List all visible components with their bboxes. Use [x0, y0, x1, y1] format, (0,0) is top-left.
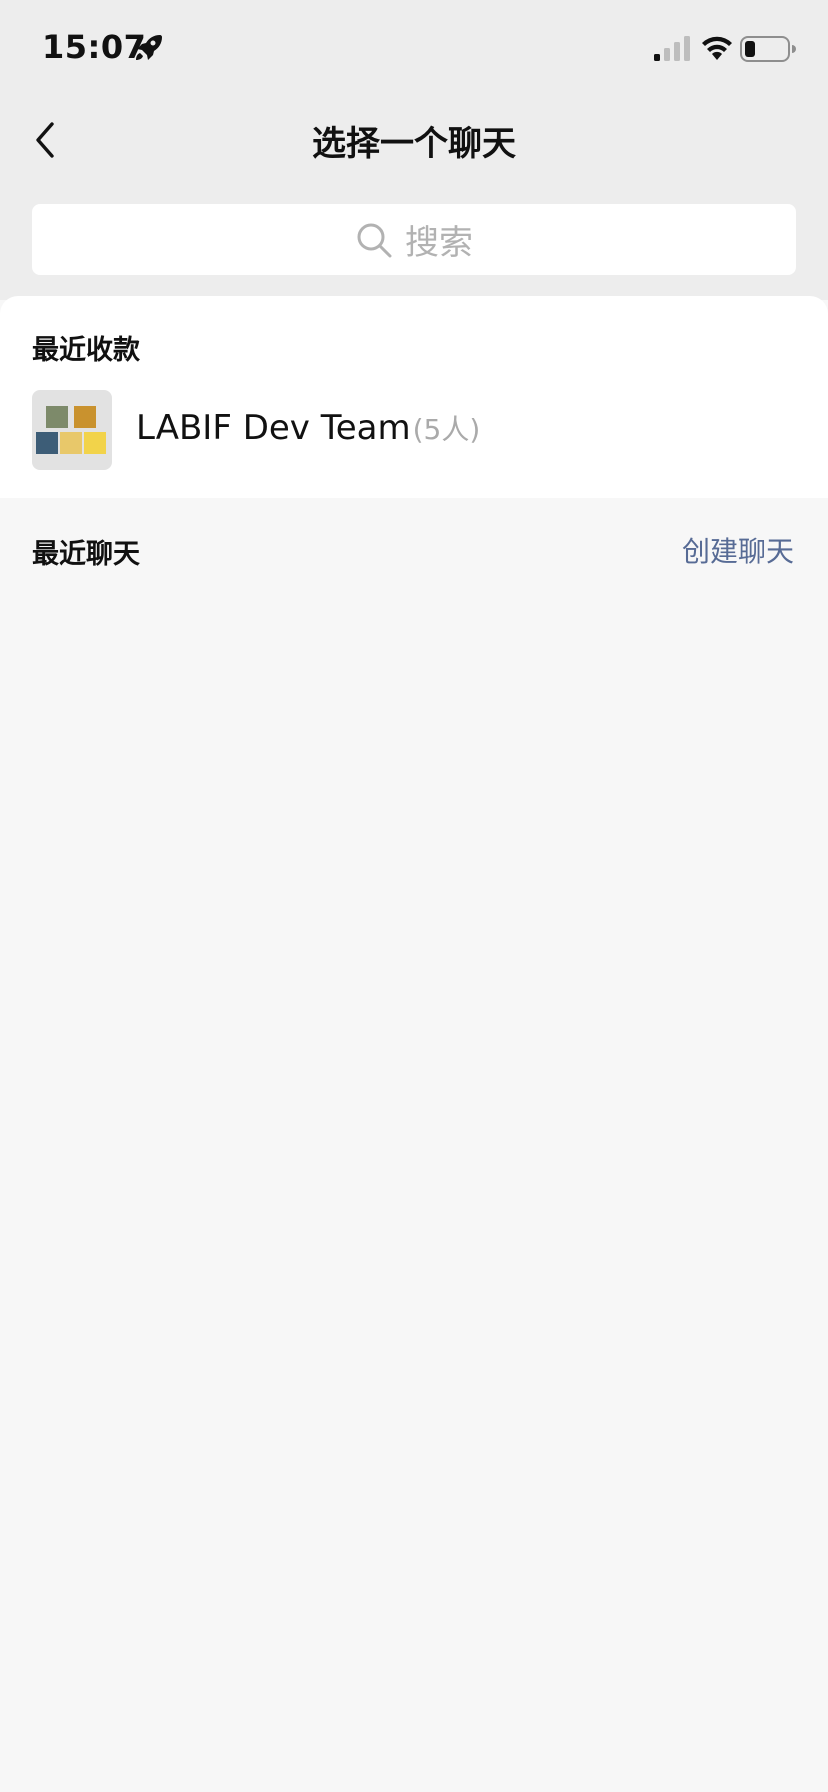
member-count: (5人): [412, 413, 481, 446]
nav-bar: 选择一个聊天: [0, 96, 828, 184]
signal-icon: [654, 36, 690, 61]
status-time: 15:07: [42, 28, 147, 66]
chat-name-text: LABIF Dev Team: [136, 408, 411, 448]
chat-name: LABIF Dev Team(5人): [136, 408, 480, 448]
recent-payments-section: 最近收款 LABIF Dev Team(5人): [0, 296, 828, 498]
search-input[interactable]: 搜索: [32, 204, 796, 275]
search-placeholder: 搜索: [405, 223, 473, 263]
recent-chats-title: 最近聊天: [32, 539, 140, 570]
status-bar: 15:07: [0, 0, 828, 96]
recent-chats-header: 最近聊天 创建聊天: [0, 498, 828, 598]
page-title: 选择一个聊天: [312, 124, 516, 164]
rocket-icon: [136, 35, 162, 60]
battery-icon: [740, 36, 796, 62]
create-chat-button[interactable]: 创建聊天: [682, 530, 794, 570]
back-icon[interactable]: [26, 118, 70, 162]
search-icon: [357, 223, 392, 257]
recent-payments-title: 最近收款: [32, 335, 140, 366]
wifi-icon: [702, 36, 732, 60]
group-avatar: [32, 390, 112, 470]
list-item[interactable]: LABIF Dev Team(5人): [0, 388, 828, 472]
